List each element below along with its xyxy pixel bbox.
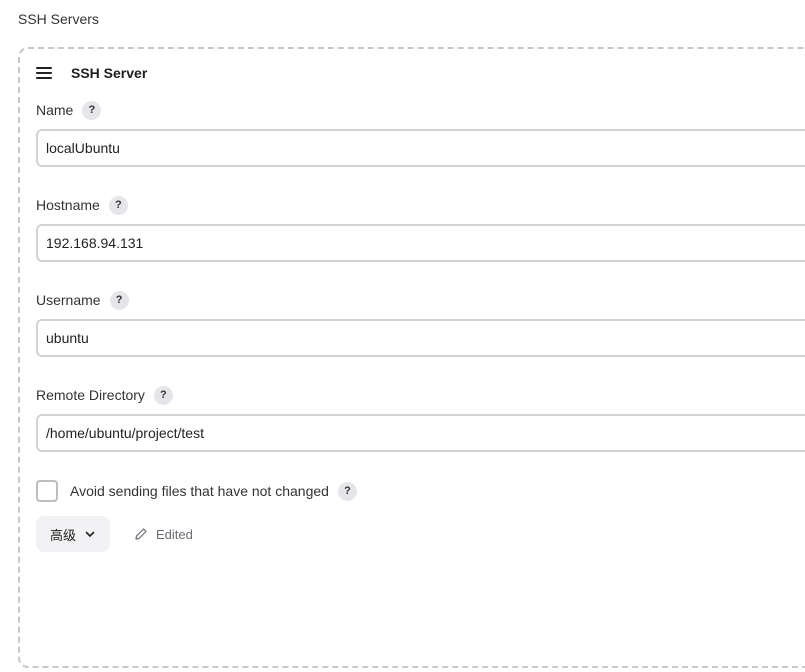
drag-handle-icon[interactable] <box>36 67 52 79</box>
hostname-help-icon[interactable]: ? <box>108 195 128 215</box>
advanced-button[interactable]: 高级 <box>36 516 110 552</box>
name-input[interactable] <box>36 129 805 167</box>
advanced-button-label: 高级 <box>49 527 76 543</box>
pencil-icon <box>135 528 147 540</box>
hostname-label-text: Hostname <box>36 197 100 213</box>
ssh-server-header: SSH Server <box>36 63 147 83</box>
avoid-sending-label: Avoid sending files that have not change… <box>70 483 329 499</box>
edited-label: Edited <box>156 526 193 542</box>
name-help-icon[interactable]: ? <box>82 100 102 120</box>
avoid-sending-row: Avoid sending files that have not change… <box>36 480 357 502</box>
avoid-sending-checkbox[interactable] <box>36 480 58 502</box>
remote-directory-input[interactable] <box>36 414 805 452</box>
name-label-text: Name <box>36 102 74 118</box>
hostname-input[interactable] <box>36 224 805 262</box>
remote-directory-label: Remote Directory ? <box>36 385 173 405</box>
section-title: SSH Servers <box>18 11 99 27</box>
avoid-sending-help-icon[interactable]: ? <box>337 481 357 501</box>
username-input[interactable] <box>36 319 805 357</box>
username-label: Username ? <box>36 290 129 310</box>
ssh-server-title: SSH Server <box>71 65 148 81</box>
chevron-down-icon <box>85 531 95 537</box>
remote-directory-help-icon[interactable]: ? <box>153 385 173 405</box>
remote-directory-label-text: Remote Directory <box>36 387 145 403</box>
hostname-label: Hostname ? <box>36 195 128 215</box>
edited-indicator: Edited <box>134 524 193 544</box>
username-label-text: Username <box>36 292 101 308</box>
name-label: Name ? <box>36 100 102 120</box>
username-help-icon[interactable]: ? <box>109 290 129 310</box>
